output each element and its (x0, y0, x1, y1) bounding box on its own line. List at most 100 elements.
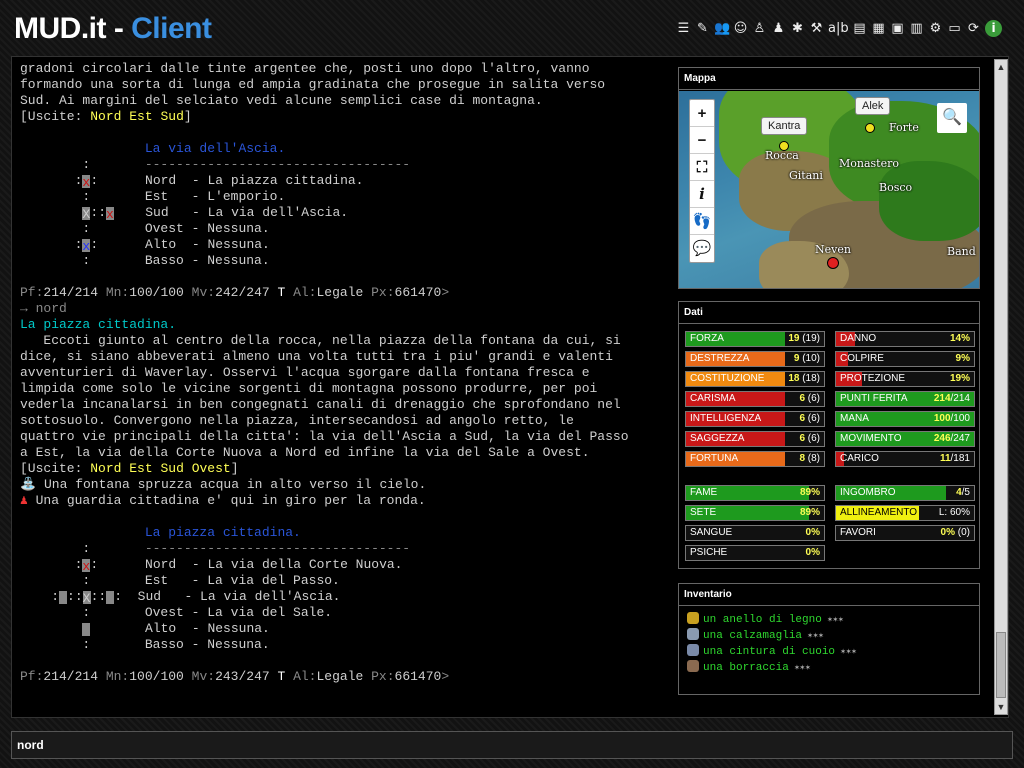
stat-label: FORTUNA (690, 453, 739, 464)
table-icon[interactable]: ▦ (871, 20, 886, 37)
info-icon[interactable]: i (690, 181, 714, 208)
stat-label: SETE (690, 507, 717, 518)
output-scrollbar[interactable]: ▲ ▼ (994, 59, 1008, 715)
stat-value: 0% (805, 527, 820, 538)
stat-label: ALLINEAMENTO (840, 507, 918, 518)
divider: ---------------------------------- (144, 157, 411, 172)
stat-bar-allineamento: ALLINEAMENTO L: 60% (835, 505, 975, 521)
map-label: Band (947, 245, 976, 258)
inventory-item[interactable]: una calzamaglia ✶✶✶ (679, 628, 979, 644)
player-marker[interactable] (865, 123, 875, 133)
info-icon[interactable]: i (985, 20, 1002, 37)
stat-value: 6 (6) (799, 433, 820, 444)
terminal-area: gradoni circolari dalle tinte argentee c… (11, 56, 1009, 718)
item-icon (687, 644, 699, 656)
item-name: una cintura di cuoio (703, 646, 836, 658)
stat-value: 19% (949, 373, 970, 384)
command-input[interactable]: nord (11, 731, 1013, 759)
item-rarity: ✶✶✶ (788, 663, 811, 673)
mud-output[interactable]: gradoni circolari dalle tinte argentee c… (20, 61, 656, 715)
stat-bar-fortuna: FORTUNA 8 (8) (685, 451, 825, 467)
stat-bar-sete: SETE 89% (685, 505, 825, 521)
stat-value: 11/181 (939, 453, 970, 464)
stat-label: PUNTI FERITA (840, 393, 908, 404)
stat-bar-favori: FAVORI 0% (0) (835, 525, 975, 541)
exit-row: Est - La via del Passo. (144, 573, 340, 588)
stat-label: DESTREZZA (690, 353, 750, 364)
person-icon[interactable]: ♙ (752, 20, 767, 37)
exit-row: Nord - La via della Corte Nuova. (145, 557, 403, 572)
item-rarity: ✶✶✶ (802, 631, 824, 641)
exit-row: Nord - La piazza cittadina. (145, 173, 364, 188)
item-rarity: ✶✶✶ (835, 647, 857, 657)
people-icon[interactable]: ☺ (733, 20, 748, 37)
player-marker-label[interactable]: Kantra (761, 117, 808, 135)
script-icon[interactable]: ▣ (890, 20, 905, 37)
desc-line: Sud. Ai margini del selciato vedi alcune… (20, 93, 543, 108)
desc-line: formando una sorta di lunga ed ampia gra… (20, 77, 606, 92)
scroll-down-icon[interactable]: ▼ (995, 700, 1007, 714)
location-marker[interactable] (827, 257, 839, 269)
minimap-title: La piazza cittadina. (144, 525, 301, 540)
person-stop-icon[interactable]: ♟ (771, 20, 786, 37)
exit-row: Alto - Nessuna. (145, 237, 270, 252)
map-panel: Mappa + − ⛶ i 👣 💬 🔍 Rocca Gitani Monaste… (678, 67, 980, 289)
chat-icon[interactable]: 💬 (690, 235, 714, 262)
inventory-item[interactable]: una borraccia ✶✶✶ (679, 660, 979, 676)
screen-icon[interactable]: ▭ (947, 20, 962, 37)
stat-value: 100/100 (933, 413, 970, 424)
stat-value: 6 (6) (799, 413, 820, 424)
fountain-icon: ⛲ (20, 477, 37, 492)
font-size-icon[interactable]: a|b (828, 20, 849, 37)
refresh-icon[interactable]: ⟳ (966, 20, 981, 37)
desc-line: sottosuolo. Convergono nella piazza, int… (20, 413, 574, 428)
map-cell: X (82, 591, 91, 606)
desc-line: a Est, la via della Corte Nuova a Nord e… (20, 445, 590, 460)
stat-label: COSTITUZIONE (690, 373, 765, 384)
stat-label: INGOMBRO (840, 487, 896, 498)
stat-bar-carico: CARICO 11/181 (835, 451, 975, 467)
app-title: MUD.it - Client (14, 12, 212, 46)
stat-label: INTELLIGENZA (690, 413, 762, 424)
stat-bar-protezione: PROTEZIONE 19% (835, 371, 975, 387)
stat-value: 18 (18) (788, 373, 820, 384)
desc-line: vederla incanalarsi in ben congegnati ca… (20, 397, 621, 412)
title-accent: Client (131, 12, 212, 45)
document-icon[interactable]: ▤ (852, 20, 867, 37)
list-icon[interactable]: ☰ (676, 20, 691, 37)
stat-label: CARISMA (690, 393, 736, 404)
exit-row: Basso - Nessuna. (144, 637, 270, 652)
inventory-list: un anello di legno ✶✶✶ una calzamaglia ✶✶… (679, 606, 979, 676)
exit-row: Alto - Nessuna. (145, 621, 270, 636)
item-icon (687, 660, 699, 672)
scroll-up-icon[interactable]: ▲ (995, 60, 1007, 74)
player-marker[interactable] (779, 141, 789, 151)
tools-icon[interactable]: ⚒ (809, 20, 824, 37)
exit-row: Ovest - La via del Sale. (144, 605, 333, 620)
map-label: Forte (889, 121, 919, 134)
bug-icon[interactable]: ✱ (790, 20, 805, 37)
stat-value: 9% (955, 353, 970, 364)
item-rarity: ✶✶✶ (821, 615, 844, 625)
zoom-in-button[interactable]: + (690, 100, 714, 127)
stat-bar-fame: FAME 89% (685, 485, 825, 501)
group-icon[interactable]: 👥 (714, 20, 730, 37)
map-search-icon[interactable]: 🔍 (937, 103, 967, 133)
stat-label: COLPIRE (840, 353, 884, 364)
inventory-item[interactable]: un anello di legno ✶✶✶ (679, 612, 979, 628)
fullscreen-icon[interactable]: ⛶ (690, 154, 714, 181)
stat-value: 0% (805, 547, 820, 558)
scroll-thumb[interactable] (996, 632, 1006, 698)
grid-icon[interactable]: ▥ (909, 20, 924, 37)
footsteps-icon[interactable]: 👣 (690, 208, 714, 235)
minimap-title: La via dell'Ascia. (144, 141, 286, 156)
world-map[interactable]: + − ⛶ i 👣 💬 🔍 Rocca Gitani Monastero For… (679, 91, 979, 288)
player-marker-label[interactable]: Alek (855, 97, 891, 115)
zoom-out-button[interactable]: − (690, 127, 714, 154)
inventory-item[interactable]: una cintura di cuoio ✶✶✶ (679, 644, 979, 660)
notes-icon[interactable]: ✎ (695, 20, 710, 37)
stat-value: 6 (6) (799, 393, 820, 404)
stat-bar-danno: DANNO 14% (835, 331, 975, 347)
settings-icon[interactable]: ⚙ (928, 20, 943, 37)
stat-bar-intelligenza: INTELLIGENZA 6 (6) (685, 411, 825, 427)
